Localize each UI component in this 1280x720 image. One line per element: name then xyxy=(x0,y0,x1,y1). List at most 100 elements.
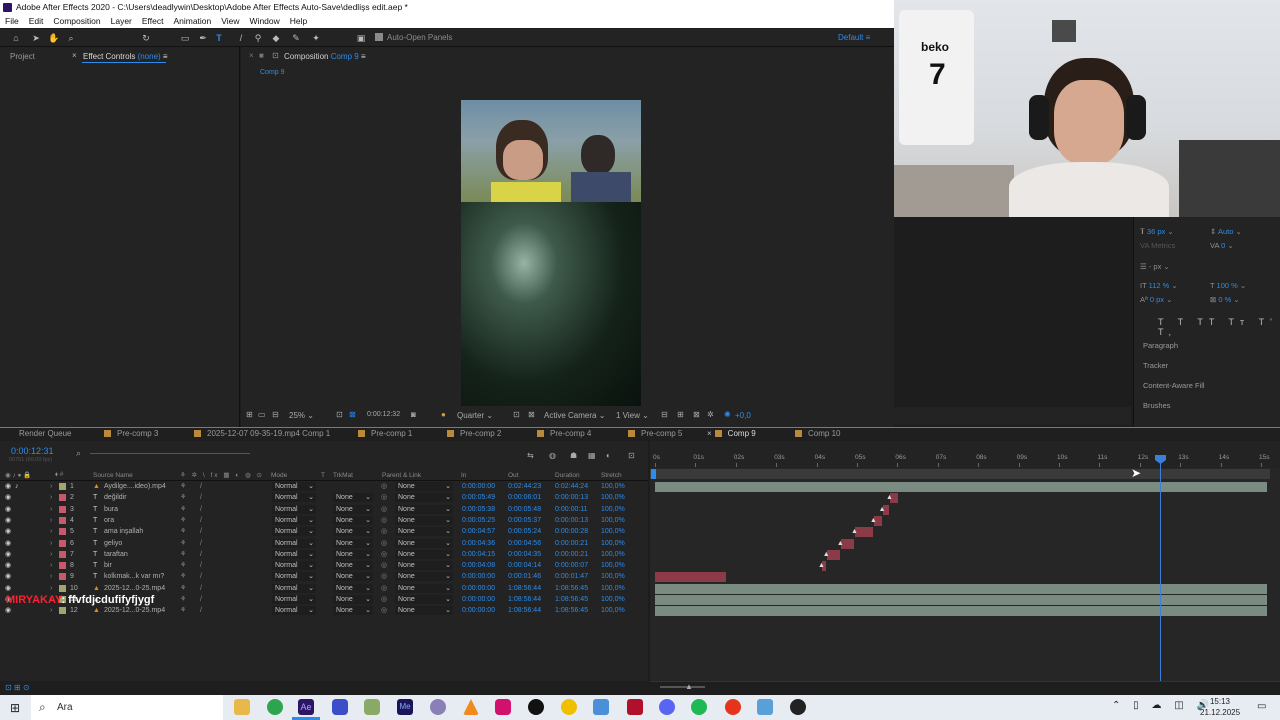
shy-switch-icon[interactable]: ⚘ xyxy=(180,538,186,549)
parent-select[interactable]: None ⌄ xyxy=(395,482,453,491)
trkmat-select[interactable]: None ⌄ xyxy=(333,572,373,582)
color-icon[interactable]: ● xyxy=(441,410,446,419)
visibility-eye-icon[interactable]: ◉ xyxy=(5,526,11,537)
expand-arrow-icon[interactable]: › xyxy=(50,504,52,515)
shy-switch-icon[interactable]: ⚘ xyxy=(180,481,186,492)
tab-effect-controls[interactable]: Effect Controls (none) ≡ xyxy=(83,52,168,61)
shy-switch-icon[interactable]: ⚘ xyxy=(180,526,186,537)
layer-in-point[interactable]: 0:00:04:57 xyxy=(462,526,495,537)
layer-out-point[interactable]: 0:02:44:23 xyxy=(508,481,541,492)
grid-icon[interactable]: ⊠ xyxy=(349,410,356,419)
layer-row[interactable]: ◉ › 7 Ttaraftan ⚘ / Normal ⌄ None ⌄ ◎ None ⌄ 0:00:04:… xyxy=(0,549,648,560)
layer-name[interactable]: ora xyxy=(104,515,114,526)
trkmat-select[interactable]: None ⌄ xyxy=(333,595,373,604)
layer-duration[interactable]: 1:08:56:45 xyxy=(555,594,588,605)
expand-arrow-icon[interactable]: › xyxy=(50,538,52,549)
shy-switch-icon[interactable]: ⚘ xyxy=(180,515,186,526)
duration-header[interactable]: Duration xyxy=(555,472,580,479)
shy-switch-icon[interactable]: ⚘ xyxy=(180,583,186,594)
zoom-slider[interactable] xyxy=(660,686,705,688)
layer-name[interactable]: Aydilge....ideo).mp4 xyxy=(104,481,166,492)
keyframe-icon[interactable]: ▲ xyxy=(837,540,844,547)
visibility-eye-icon[interactable]: ◉ xyxy=(5,515,11,526)
source-name-header[interactable]: Source Name xyxy=(93,472,133,479)
selection-tool-icon[interactable]: ➤ xyxy=(30,32,42,44)
layer-in-point[interactable]: 0:00:00:00 xyxy=(462,583,495,594)
shy-switch-icon[interactable]: ⚘ xyxy=(180,549,186,560)
playhead[interactable] xyxy=(1160,455,1161,681)
lock-icon[interactable]: ■ xyxy=(259,51,264,60)
expand-arrow-icon[interactable]: › xyxy=(50,481,52,492)
parent-header[interactable]: Parent & Link xyxy=(382,472,421,479)
layer-duration-bar[interactable] xyxy=(655,595,1267,605)
transparency-icon[interactable]: ⊠ xyxy=(528,410,535,419)
layer-stretch[interactable]: 100,0% xyxy=(601,504,625,515)
layer-duration-bar[interactable] xyxy=(655,572,727,583)
after-effects-taskbar-icon[interactable]: Ae xyxy=(298,699,314,715)
always-preview-icon[interactable]: ⊞ xyxy=(246,410,253,419)
pick-whip-icon[interactable]: ◎ xyxy=(381,594,387,605)
time-ruler[interactable]: 0s 01s 02s 03s 04s 05s 06s 07s 08s 09s 10s 11s 12s 13… xyxy=(650,454,1280,468)
menu-layer[interactable]: Layer xyxy=(111,15,132,28)
expand-arrow-icon[interactable]: › xyxy=(50,549,52,560)
layer-stretch[interactable]: 100,0% xyxy=(601,549,625,560)
layer-row[interactable]: ◉ › 8 Tbir ⚘ / Normal ⌄ None ⌄ ◎ None ⌄ 0:00:04:08 0:0… xyxy=(0,560,648,571)
parent-select[interactable]: None ⌄ xyxy=(395,583,453,593)
layer-stretch[interactable]: 100,0% xyxy=(601,538,625,549)
auto-open-panels-checkbox[interactable]: Auto-Open Panels xyxy=(375,33,452,42)
layer-out-point[interactable]: 1:08:56:44 xyxy=(508,594,541,605)
t-header[interactable]: T xyxy=(321,472,325,479)
tab-pre-comp-4[interactable]: Pre-comp 4 xyxy=(537,427,591,441)
search-input[interactable] xyxy=(90,453,250,454)
keyframe-icon[interactable]: ▲ xyxy=(886,494,893,501)
label-color-swatch[interactable] xyxy=(59,528,66,536)
hand-tool-icon[interactable]: ✋ xyxy=(48,32,60,44)
workspace-default[interactable]: Default ≡ xyxy=(838,33,870,42)
clone-stamp-tool-icon[interactable]: ⚲ xyxy=(252,32,264,44)
layer-out-point[interactable]: 0:00:06:01 xyxy=(508,492,541,503)
pick-whip-icon[interactable]: ◎ xyxy=(381,560,387,571)
layer-in-point[interactable]: 0:00:04:15 xyxy=(462,549,495,560)
layer-in-point[interactable]: 0:00:05:49 xyxy=(462,492,495,503)
blend-mode-select[interactable]: Normal ⌄ xyxy=(272,549,316,559)
trkmat-select[interactable]: None ⌄ xyxy=(333,504,373,514)
blend-mode-select[interactable]: Normal ⌄ xyxy=(272,583,316,593)
pick-whip-icon[interactable]: ◎ xyxy=(381,571,387,582)
menu-help[interactable]: Help xyxy=(290,15,307,28)
blend-mode-select[interactable]: Normal ⌄ xyxy=(272,572,316,582)
blend-mode-select[interactable]: Normal ⌄ xyxy=(272,504,316,514)
comp-sub-tab[interactable]: Comp 9 xyxy=(260,69,285,76)
motion-blur-icon[interactable]: ◐ xyxy=(606,451,611,460)
vpn-icon[interactable] xyxy=(332,699,348,715)
layer-name[interactable]: bura xyxy=(104,504,118,515)
in-header[interactable]: In xyxy=(461,472,466,479)
quality-switch-icon[interactable]: / xyxy=(200,560,202,571)
trkmat-select[interactable]: None ⌄ xyxy=(333,549,373,559)
layer-row[interactable]: ◉ › 4 Tora ⚘ / Normal ⌄ None ⌄ ◎ None ⌄ 0:00:05:25 0:0… xyxy=(0,515,648,526)
expand-arrow-icon[interactable]: › xyxy=(50,583,52,594)
layer-duration-bar[interactable] xyxy=(655,583,1267,594)
graph-editor-icon[interactable]: ⊡ xyxy=(628,451,635,460)
blend-mode-select[interactable]: Normal ⌄ xyxy=(272,561,316,571)
close-icon[interactable]: × xyxy=(707,429,712,438)
comp-timecode[interactable]: 0:00:12:32 xyxy=(367,411,400,418)
layer-name[interactable]: kolkmak...k var mı? xyxy=(104,571,164,582)
parent-select[interactable]: None ⌄ xyxy=(395,549,453,559)
blend-mode-select[interactable]: Normal ⌄ xyxy=(272,515,316,525)
zoom-tool-icon[interactable]: ⌕ xyxy=(65,32,77,44)
resolution-select[interactable]: Quarter ⌄ xyxy=(457,411,493,420)
expand-arrow-icon[interactable]: › xyxy=(50,526,52,537)
capcut-icon[interactable] xyxy=(495,699,511,715)
keyframe-icon[interactable]: ▲ xyxy=(870,517,877,524)
start-icon[interactable]: ⊞ xyxy=(10,701,20,715)
label-color-swatch[interactable] xyxy=(59,562,66,570)
parent-select[interactable]: None ⌄ xyxy=(395,606,453,616)
layer-duration[interactable]: 0:00:01:47 xyxy=(555,571,588,582)
layer-duration[interactable]: 0:02:44:24 xyxy=(555,481,588,492)
opera-icon[interactable] xyxy=(725,699,741,715)
pick-whip-icon[interactable]: ◎ xyxy=(381,492,387,503)
toggle-pixel-icon[interactable]: ⊟ xyxy=(661,410,668,419)
expand-arrow-icon[interactable]: › xyxy=(50,492,52,503)
baseline-field[interactable]: Aª 0 px ⌄ xyxy=(1140,295,1172,304)
tab-pre-comp-1[interactable]: Pre-comp 1 xyxy=(358,427,412,441)
